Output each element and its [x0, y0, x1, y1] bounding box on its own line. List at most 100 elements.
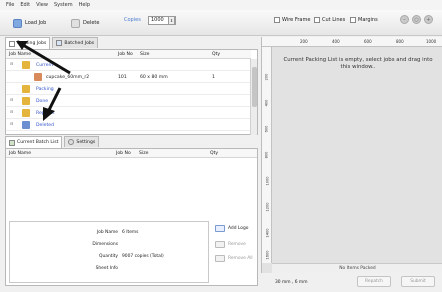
tab-batched-jobs[interactable]: Batched Jobs — [52, 37, 99, 48]
scroll-thumb[interactable] — [252, 67, 257, 107]
arrow-right-icon — [215, 225, 225, 232]
cursor-status: 30 mm , 6 mm — [275, 280, 308, 285]
job-name-value: 6 Items — [122, 230, 139, 235]
ruler-vertical: 200 400 600 800 1000 1200 1400 1600 — [262, 47, 272, 263]
tree-row-done[interactable]: ⊟ Done — [6, 95, 251, 107]
zoom-out-button[interactable]: – — [400, 15, 409, 24]
add-logo-label: Add Logo — [228, 226, 249, 231]
table-row-job[interactable]: cupcake_60mm_r2 101 60 x 80 mm 1 — [6, 71, 251, 83]
vertical-scrollbar[interactable] — [250, 59, 257, 135]
ruler-tick: 600 — [364, 39, 372, 44]
menu-help[interactable]: Help — [79, 2, 90, 8]
tab-current-batch-list[interactable]: Current Batch List — [5, 136, 63, 148]
plus-icon: + — [426, 17, 431, 23]
col-job-name[interactable]: Job Name — [9, 52, 31, 57]
tab-current-batch-label: Current Batch List — [17, 140, 59, 145]
job-name-label: Job Name — [96, 230, 118, 235]
batch-table-header: Job Name Job No Size Qty — [6, 149, 257, 158]
packing-canvas[interactable]: 200 400 600 800 1000 200 400 600 800 100… — [261, 37, 442, 273]
load-job-label: Load Job — [25, 20, 47, 26]
tree-row-current[interactable]: ⊟ Current — [6, 59, 251, 71]
remove-label: Remove — [228, 242, 246, 247]
magnifier-icon — [13, 18, 22, 28]
ruler-horizontal: 200 400 600 800 1000 — [262, 37, 442, 47]
checkbox-icon — [314, 17, 320, 23]
tab-pending-jobs-label: Pending Jobs — [17, 41, 47, 46]
circle-icon: ○ — [414, 17, 419, 23]
remove-all-button[interactable]: Remove All — [215, 255, 253, 262]
wire-frame-checkbox[interactable]: Wire Frame — [274, 17, 310, 23]
tab-pending-jobs[interactable]: Pending Jobs — [5, 37, 51, 49]
tree-label: Deleted — [36, 123, 55, 128]
copies-stepper[interactable]: ⇕ — [168, 16, 175, 25]
zoom-in-button[interactable]: + — [424, 15, 433, 24]
remove-button[interactable]: Remove — [215, 241, 246, 248]
margins-checkbox[interactable]: Margins — [350, 17, 378, 23]
left-pane: Pending Jobs Batched Jobs Job Name Job N… — [5, 37, 258, 287]
menu-view[interactable]: View — [36, 2, 48, 8]
current-batch-table: Job Name Job No Size Qty Job Name 6 Item… — [5, 148, 258, 286]
col-size[interactable]: Size — [140, 52, 149, 57]
margins-label: Margins — [358, 17, 378, 23]
submit-button[interactable]: Submit — [401, 276, 435, 287]
cut-lines-label: Cut Lines — [322, 17, 346, 23]
tab-settings[interactable]: Settings — [64, 136, 100, 147]
tree-row-packing[interactable]: Packing — [6, 83, 251, 95]
collapse-icon: ⊟ — [10, 121, 14, 126]
col-qty[interactable]: Qty — [212, 52, 220, 57]
collapse-icon: ⊟ — [10, 97, 14, 102]
cut-lines-checkbox[interactable]: Cut Lines — [314, 17, 345, 23]
toolbar: Load Job Delete Copies 1000 ⇕ Wire Frame… — [0, 10, 442, 36]
tree-row-deleted[interactable]: ⊟ Deleted — [6, 119, 251, 131]
sheet-info-label: Sheet Info — [95, 266, 118, 271]
bottom-bar: 30 mm , 6 mm Repatch Submit — [261, 273, 442, 292]
col-job-name[interactable]: Job Name — [9, 151, 31, 156]
menu-edit[interactable]: Edit — [20, 2, 30, 8]
delete-button[interactable]: Delete — [68, 16, 102, 30]
tree-label: Repeats — [36, 111, 55, 116]
ruler-tick: 1400 — [265, 228, 270, 238]
packed-status: No Items Packed — [272, 263, 442, 273]
job-size: 60 x 80 mm — [140, 75, 168, 80]
ruler-tick: 200 — [264, 73, 269, 81]
col-job-no[interactable]: Job No — [118, 52, 133, 57]
minus-icon: – — [403, 17, 406, 23]
collapse-icon: ⊟ — [10, 61, 14, 66]
load-job-button[interactable]: Load Job — [10, 16, 49, 30]
cupcake-icon — [34, 73, 42, 81]
pending-jobs-table: Job Name Job No Size Qty ⊟ Current cupca… — [5, 49, 258, 135]
folder-icon — [22, 97, 30, 105]
job-qty: 1 — [212, 75, 215, 80]
trash-icon — [22, 121, 30, 129]
tree-label: Current — [36, 63, 54, 68]
wire-frame-label: Wire Frame — [282, 17, 311, 23]
zoom-fit-button[interactable]: ○ — [412, 15, 421, 24]
repatch-button[interactable]: Repatch — [357, 276, 391, 287]
menu-system[interactable]: System — [54, 2, 73, 8]
document-icon — [9, 40, 15, 47]
quantity-value: 9007 copies (Total) — [122, 254, 164, 259]
folder-icon — [22, 85, 30, 93]
ruler-tick: 600 — [264, 125, 269, 133]
menu-file[interactable]: File — [6, 2, 14, 8]
col-qty[interactable]: Qty — [210, 151, 218, 156]
batch-tabs: Current Batch List Settings — [5, 136, 100, 148]
dimensions-label: Dimensions — [92, 242, 118, 247]
tab-settings-label: Settings — [76, 139, 96, 145]
ruler-tick: 400 — [264, 99, 269, 107]
add-logo-button[interactable]: Add Logo — [215, 225, 248, 232]
menu-bar: File Edit View System Help — [0, 0, 442, 10]
list-icon — [9, 139, 15, 146]
empty-canvas-message: Current Packing List is empty, select jo… — [283, 57, 433, 70]
checkbox-icon — [274, 17, 280, 23]
col-size[interactable]: Size — [139, 151, 148, 156]
folder-icon — [22, 109, 30, 117]
tree-label: Packing — [36, 87, 54, 92]
job-info-box: Job Name 6 Items Dimensions Quantity 900… — [9, 221, 209, 283]
ruler-tick: 1000 — [426, 39, 437, 44]
delete-label: Delete — [83, 20, 100, 26]
gear-icon — [68, 139, 75, 145]
col-job-no[interactable]: Job No — [116, 151, 131, 156]
ruler-tick: 400 — [332, 39, 340, 44]
tree-row-repeats[interactable]: ⊟ Repeats — [6, 107, 251, 119]
